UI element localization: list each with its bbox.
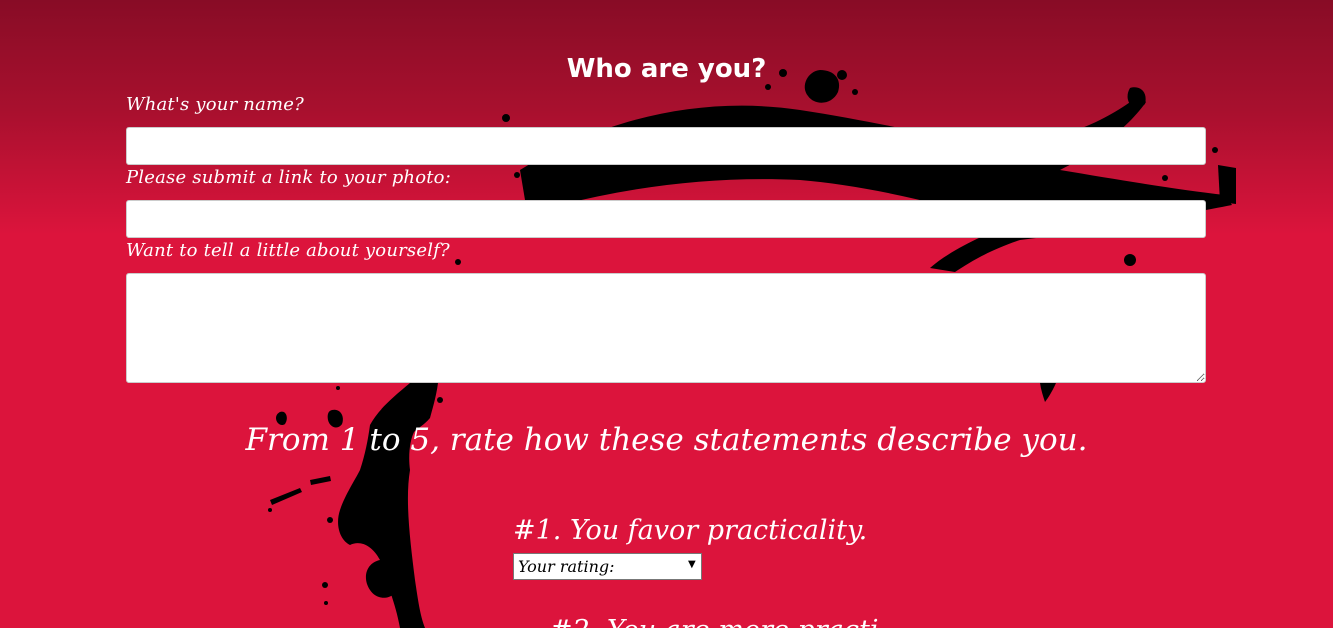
question-1-label: #1. You favor practicality. [513, 515, 868, 546]
name-label: What's your name? [126, 94, 304, 115]
rating-heading: From 1 to 5, rate how these statements d… [245, 422, 1088, 458]
photo-link-input[interactable] [126, 200, 1206, 238]
name-input[interactable] [126, 127, 1206, 165]
question-1-rating-select[interactable]: Your rating: [513, 553, 702, 580]
photo-label: Please submit a link to your photo: [126, 167, 451, 188]
about-label: Want to tell a little about yourself? [126, 240, 450, 261]
about-textarea[interactable] [126, 273, 1206, 383]
question-2-label: #2. You are more practi [550, 614, 878, 628]
section-title: Who are you? [566, 54, 767, 84]
page-content: Who are you? What's your name? Please su… [0, 0, 1333, 628]
